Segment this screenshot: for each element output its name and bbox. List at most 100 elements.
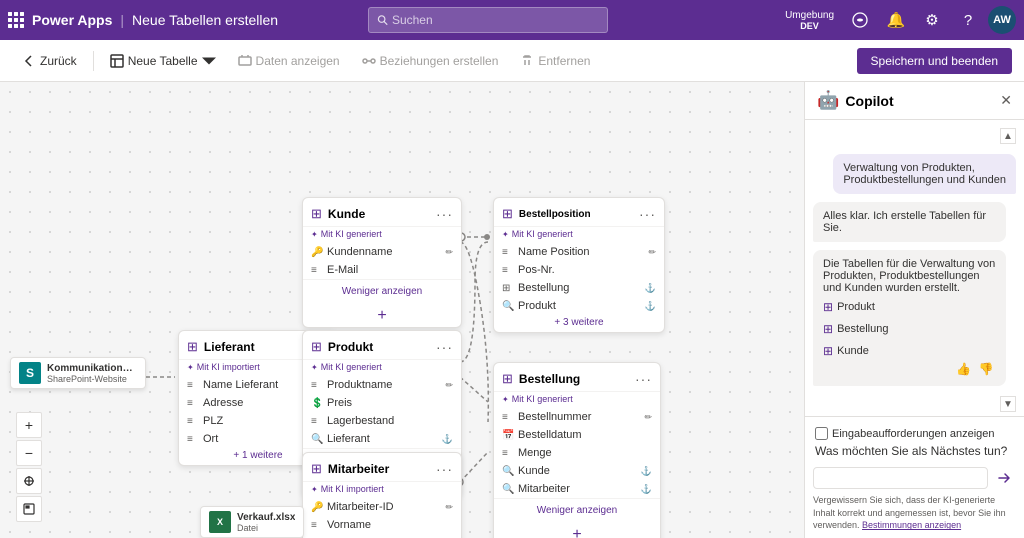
table-field: 🔍 Mitarbeiter ⚓ xyxy=(494,480,660,498)
new-table-button[interactable]: Neue Tabelle xyxy=(100,50,226,72)
field-type-icon: ⊞ xyxy=(502,283,514,294)
table-field: 🔑 Kundenname ✏ xyxy=(303,243,461,261)
table-field: ≡ Nachname xyxy=(303,534,461,538)
table-title: Mitarbeiter xyxy=(328,462,430,476)
table-menu-btn[interactable]: ··· xyxy=(635,371,652,387)
datasource-text: Verkauf.xlsx Datei xyxy=(237,512,295,533)
field-type-icon: ≡ xyxy=(187,434,199,445)
table-menu-btn[interactable]: ··· xyxy=(436,339,453,355)
table-title: Produkt xyxy=(328,340,430,354)
table-title: Bestellposition xyxy=(519,209,633,220)
back-button[interactable]: Zurück xyxy=(12,50,87,72)
scroll-up-btn[interactable]: ▲ xyxy=(1000,128,1016,144)
table-menu-btn[interactable]: ··· xyxy=(639,206,656,222)
table-title: Kunde xyxy=(328,207,430,221)
remove-button[interactable]: Entfernen xyxy=(510,50,600,72)
grid-menu-icon[interactable] xyxy=(8,12,24,28)
main-area: ⊞ Kunde ··· Mit KI generiert 🔑 Kundennam… xyxy=(0,82,1024,538)
edit-icon[interactable]: ✏ xyxy=(644,412,652,423)
excel-datasource[interactable]: X Verkauf.xlsx Datei xyxy=(200,506,304,538)
copilot-input[interactable] xyxy=(813,467,988,489)
ai-label: Mit KI generiert xyxy=(303,360,461,376)
table-field: 💲 Preis xyxy=(303,394,461,412)
table-field: 🔍 Kunde ⚓ xyxy=(494,462,660,480)
ai-label: Mit KI generiert xyxy=(303,227,461,243)
notification-btn[interactable]: 🔔 xyxy=(880,4,912,36)
table-mitarbeiter[interactable]: ⊞ Mitarbeiter ··· Mit KI importiert 🔑 Mi… xyxy=(302,452,462,538)
show-less-btn[interactable]: Weniger anzeigen xyxy=(502,503,652,518)
ai-label: Mit KI generiert xyxy=(494,227,664,243)
field-type-icon: ≡ xyxy=(311,416,323,427)
table-menu-btn[interactable]: ··· xyxy=(436,206,453,222)
copilot-send-btn[interactable] xyxy=(992,466,1016,490)
copilot-logo-icon: 🤖 xyxy=(817,90,839,111)
table-menu-btn[interactable]: ··· xyxy=(436,461,453,477)
show-less-btn[interactable]: Weniger anzeigen xyxy=(311,284,453,299)
table-list-item: ⊞ Bestellung xyxy=(823,320,996,338)
excel-icon: X xyxy=(209,511,231,533)
help-btn[interactable]: ? xyxy=(952,4,984,36)
prompt-toggle-checkbox[interactable] xyxy=(815,427,828,440)
table-field: ≡ Bestellnummer ✏ xyxy=(494,408,660,426)
more-fields-btn[interactable]: + 3 weitere xyxy=(494,315,664,332)
canvas[interactable]: ⊞ Kunde ··· Mit KI generiert 🔑 Kundennam… xyxy=(0,82,804,538)
datasource-text: Kommunikationswe... SharePoint-Website xyxy=(47,363,137,384)
table-icon: ⊞ xyxy=(311,461,322,477)
table-list-item: ⊞ Kunde xyxy=(823,342,996,360)
create-relations-button[interactable]: Beziehungen erstellen xyxy=(352,50,509,72)
copilot-btn[interactable] xyxy=(844,4,876,36)
avatar[interactable]: AW xyxy=(988,6,1016,34)
field-type-icon: ≡ xyxy=(502,448,514,459)
table-field: ≡ Produktname ✏ xyxy=(303,376,461,394)
scroll-down-btn[interactable]: ▼ xyxy=(1000,396,1016,412)
field-type-icon: 💲 xyxy=(311,398,323,409)
table-bestellung[interactable]: ⊞ Bestellung ··· Mit KI generiert ≡ Best… xyxy=(493,362,661,538)
app-name: Power Apps xyxy=(32,12,112,28)
show-data-button[interactable]: Daten anzeigen xyxy=(228,50,350,72)
table-field: 🔍 Produkt ⚓ xyxy=(494,297,664,315)
sharepoint-icon: S xyxy=(19,362,41,384)
environment-selector[interactable]: Umgebung DEV xyxy=(779,10,840,31)
top-nav: Power Apps | Neue Tabellen erstellen Umg… xyxy=(0,0,1024,40)
table-icon: ⊞ xyxy=(502,206,513,222)
zoom-out-btn[interactable]: − xyxy=(16,440,42,466)
field-type-icon: 🔍 xyxy=(311,434,323,445)
ai-label: Mit KI generiert xyxy=(494,392,660,408)
table-field: ≡ Name Position ✏ xyxy=(494,243,664,261)
table-field: ≡ Vorname xyxy=(303,516,461,534)
table-icon: ⊞ xyxy=(823,344,833,358)
field-type-icon: ≡ xyxy=(311,265,323,276)
disclaimer-link[interactable]: Bestimmungen anzeigen xyxy=(862,520,961,530)
table-title: Lieferant xyxy=(204,340,306,354)
edit-icon[interactable]: ✏ xyxy=(445,247,453,258)
minimap-btn[interactable] xyxy=(16,496,42,522)
save-button[interactable]: Speichern und beenden xyxy=(857,48,1012,74)
thumbs-up-btn[interactable]: 👍 xyxy=(954,360,973,378)
thumbs-down-btn[interactable]: 👎 xyxy=(977,360,996,378)
sharepoint-datasource[interactable]: S Kommunikationswe... SharePoint-Website xyxy=(10,357,146,389)
prompt-toggle[interactable]: Eingabeaufforderungen anzeigen xyxy=(813,423,1016,444)
edit-icon[interactable]: ✏ xyxy=(648,247,656,258)
table-kunde[interactable]: ⊞ Kunde ··· Mit KI generiert 🔑 Kundennam… xyxy=(302,197,462,328)
key-icon: ≡ xyxy=(187,380,199,391)
table-field: ≡ Lagerbestand xyxy=(303,412,461,430)
fit-view-btn[interactable] xyxy=(16,468,42,494)
key-icon: ≡ xyxy=(502,412,514,423)
settings-btn[interactable]: ⚙ xyxy=(916,4,948,36)
field-type-icon: ≡ xyxy=(502,265,514,276)
separator xyxy=(93,51,94,71)
add-field-btn[interactable]: + xyxy=(494,524,660,538)
search-input[interactable] xyxy=(392,13,599,27)
zoom-in-btn[interactable]: + xyxy=(16,412,42,438)
nav-right: Umgebung DEV 🔔 ⚙ ? AW xyxy=(779,4,1016,36)
table-icon: ⊞ xyxy=(311,206,322,222)
table-field: 📅 Bestelldatum xyxy=(494,426,660,444)
edit-icon[interactable]: ✏ xyxy=(445,380,453,391)
copilot-close-btn[interactable]: ✕ xyxy=(1000,92,1012,109)
table-bestellposition[interactable]: ⊞ Bestellposition ··· Mit KI generiert ≡… xyxy=(493,197,665,333)
key-icon: 🔑 xyxy=(311,247,323,258)
field-type-icon: 📅 xyxy=(502,430,514,441)
edit-icon[interactable]: ✏ xyxy=(445,502,453,513)
add-field-btn[interactable]: + xyxy=(303,305,461,327)
search-box[interactable] xyxy=(368,7,608,33)
